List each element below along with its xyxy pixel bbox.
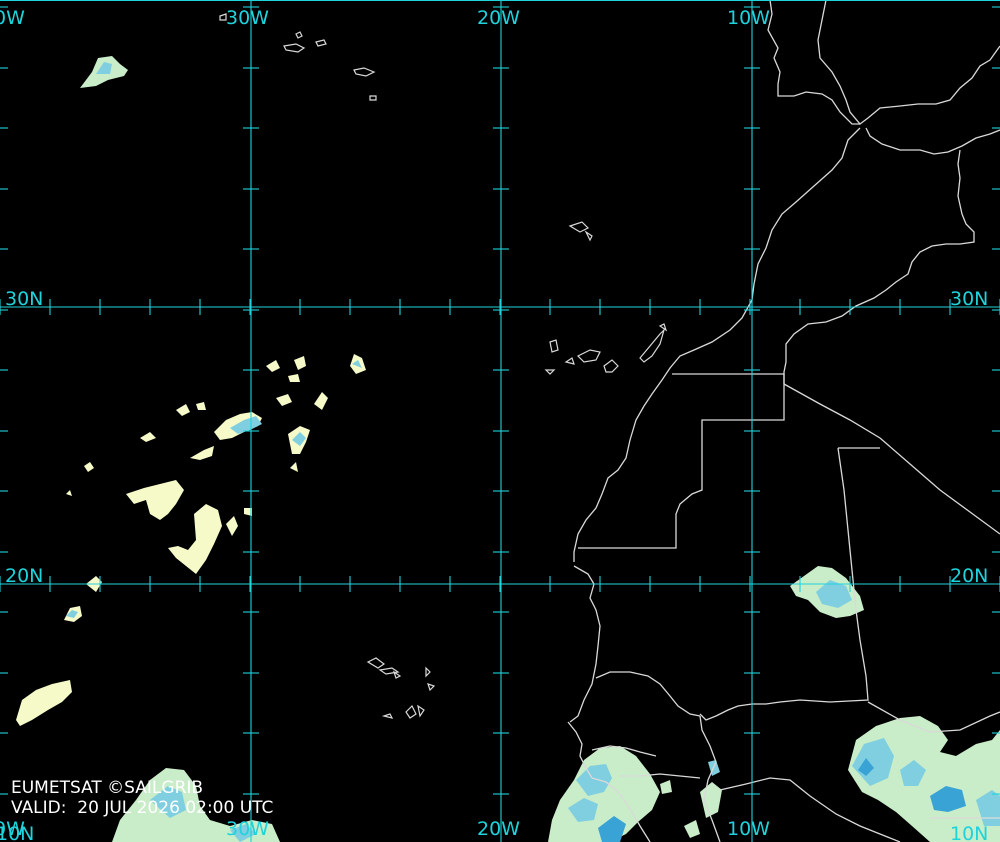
lat-label-left-20n: 20N	[5, 565, 43, 587]
lon-label-top-10w: 10W	[727, 7, 770, 29]
lat-label-right-10n: 10N	[950, 823, 988, 842]
lat-label-right-20n: 20N	[950, 565, 988, 587]
lon-label-bottom-20w: 20W	[477, 818, 520, 840]
lon-label-bottom-10w: 10W	[727, 818, 770, 840]
credit-source: EUMETSAT ©SAILGRIB	[11, 778, 204, 798]
lat-label-left-10n: 10N	[0, 823, 34, 842]
lon-label-top-40w: 0W	[0, 7, 25, 29]
lon-label-bottom-30w: 30W	[226, 818, 269, 840]
lat-label-left-30n: 30N	[5, 288, 43, 310]
lon-label-top-20w: 20W	[477, 7, 520, 29]
lat-label-right-30n: 30N	[950, 288, 988, 310]
satellite-map: 0W 30W 20W 10W 0W 30W 20W 10W 30N 20N 10…	[0, 0, 1000, 842]
lon-label-top-30w: 30W	[226, 7, 269, 29]
credit-valid-time: VALID: 20 JUL 2026 02:00 UTC	[11, 798, 274, 818]
